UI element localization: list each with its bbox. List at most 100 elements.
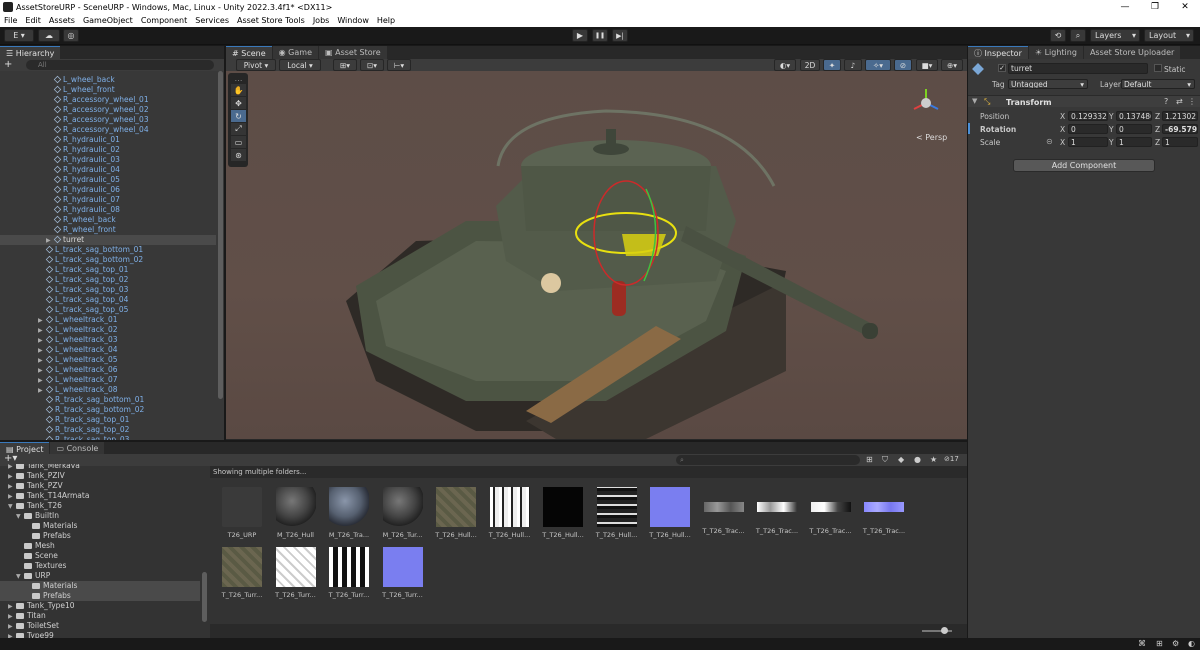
project-folder-item[interactable]: Materials [0,581,200,591]
rotation-z-field[interactable]: -69.579 [1162,124,1198,134]
asset-item[interactable]: M_T26_Tur... [379,487,427,539]
asset-item[interactable]: T_T26_Trac... [700,487,748,535]
layers-dropdown[interactable]: Layers ▾ [1090,29,1140,42]
project-folder-item[interactable]: ▶ Titan [0,611,200,621]
hierarchy-item[interactable]: ▶ L_wheeltrack_03 [0,335,216,345]
hierarchy-item[interactable]: R_track_sag_top_03 [0,435,216,440]
asset-item[interactable]: T_T26_Hull... [486,487,534,539]
camera-settings-icon[interactable]: ■▾ [916,59,938,71]
pivot-dropdown[interactable]: Pivot ▾ [236,59,276,71]
ruler-icon[interactable]: ⊢▾ [387,59,411,71]
audio-toggle-icon[interactable]: ♪ [844,59,862,71]
rotation-y-field[interactable]: 0 [1116,124,1152,134]
hierarchy-item[interactable]: R_accessory_wheel_04 [0,125,216,135]
project-folder-item[interactable]: Scene [0,551,200,561]
maximize-button[interactable]: ❐ [1140,2,1170,12]
tab-asset-store-uploader[interactable]: Asset Store Uploader [1083,46,1181,59]
menu-window[interactable]: Window [333,16,373,25]
snap-increment-icon[interactable]: ⊡▾ [360,59,384,71]
project-folder-item[interactable]: ▼ URP [0,571,200,581]
hierarchy-item[interactable]: ▶ L_wheeltrack_07 [0,375,216,385]
hierarchy-item[interactable]: L_track_sag_top_03 [0,285,216,295]
asset-item[interactable]: T_T26_Trac... [860,487,908,535]
tag-dropdown[interactable]: Untagged ▾ [1008,79,1088,89]
menu-edit[interactable]: Edit [21,16,45,25]
component-menu-icon[interactable]: ⋮ [1188,97,1196,106]
asset-item[interactable]: T_T26_Hull... [593,487,641,539]
hierarchy-item[interactable]: R_hydraulic_05 [0,175,216,185]
search-by-type-icon[interactable]: ⊞ [866,455,873,464]
hierarchy-item[interactable]: L_track_sag_top_02 [0,275,216,285]
asset-item[interactable]: M_T26_Tra... [325,487,373,539]
cloud-icon[interactable]: ☁ [38,29,60,42]
position-y-field[interactable]: 0.137486 [1116,111,1152,121]
hierarchy-item[interactable]: R_accessory_wheel_03 [0,115,216,125]
tab-scene[interactable]: # Scene [226,46,272,59]
object-name-field[interactable]: turret [1008,63,1148,74]
search-icon[interactable]: ⌕ [1070,29,1086,42]
hierarchy-item[interactable]: R_hydraulic_01 [0,135,216,145]
thumbnail-size-handle[interactable] [941,627,948,634]
menu-file[interactable]: File [0,16,21,25]
asset-item[interactable]: T26_URP [218,487,266,539]
hierarchy-item[interactable]: ▶ L_wheeltrack_01 [0,315,216,325]
palette-grip-icon[interactable]: … [231,74,246,83]
network-icon[interactable]: ⌘ [1138,639,1146,648]
hierarchy-item[interactable]: L_wheel_front [0,85,216,95]
hierarchy-item[interactable]: R_accessory_wheel_02 [0,105,216,115]
close-button[interactable]: ✕ [1170,2,1200,12]
menu-component[interactable]: Component [137,16,191,25]
asset-item[interactable]: T_T26_Hull... [646,487,694,539]
transform-tool-icon[interactable]: ⊛ [231,149,246,161]
scale-y-field[interactable]: 1 [1116,137,1152,147]
debug-icon[interactable]: ⚙ [1172,639,1179,648]
scale-x-field[interactable]: 1 [1068,137,1108,147]
asset-item[interactable]: T_T26_Hull... [432,487,480,539]
hierarchy-item[interactable]: ▶ L_wheeltrack_02 [0,325,216,335]
persp-label[interactable]: < Persp [916,133,947,142]
local-dropdown[interactable]: Local ▾ [279,59,321,71]
package-icon[interactable]: ⊞ [1156,639,1163,648]
project-folder-item[interactable]: Materials [0,521,200,531]
hand-tool-icon[interactable]: ✋ [231,84,246,96]
menu-gameobject[interactable]: GameObject [79,16,137,25]
info-icon[interactable]: ● [914,455,921,464]
project-folder-item[interactable]: Prefabs [0,591,200,601]
project-folder-item[interactable]: ▼ BuiltIn [0,511,200,521]
menu-help[interactable]: Help [373,16,399,25]
layout-dropdown[interactable]: Layout ▾ [1144,29,1194,42]
menu-assets[interactable]: Assets [45,16,79,25]
play-button[interactable]: ▶ [572,29,588,42]
hierarchy-item[interactable]: ▶ turret [0,235,216,245]
preset-icon[interactable]: ⇄ [1176,97,1183,106]
tab-lighting[interactable]: ☀ Lighting [1028,46,1083,59]
hierarchy-item[interactable]: L_track_sag_top_05 [0,305,216,315]
hierarchy-item[interactable]: R_hydraulic_04 [0,165,216,175]
asset-item[interactable]: T_T26_Turr... [379,547,427,599]
static-checkbox[interactable] [1154,64,1162,72]
project-search-input[interactable]: ⌕ [676,455,860,465]
project-folder-item[interactable]: ▶ Tank_Merkava [0,464,200,471]
history-icon[interactable]: ⟲ [1050,29,1066,42]
rotate-tool-icon[interactable]: ↻ [231,110,246,122]
tab-asset-store[interactable]: ▣ Asset Store [319,46,387,59]
favorite-star-icon[interactable]: ★ [930,455,937,464]
hierarchy-item[interactable]: L_track_sag_top_04 [0,295,216,305]
layer-dropdown[interactable]: Default ▾ [1121,79,1195,89]
hierarchy-item[interactable]: ▶ L_wheeltrack_04 [0,345,216,355]
collab-icon[interactable]: ◎ [63,29,79,42]
hierarchy-item[interactable]: R_hydraulic_07 [0,195,216,205]
minimize-button[interactable]: — [1110,2,1140,12]
scene-viewport[interactable]: … ✋ ✥ ↻ ⤢ ▭ ⊛ < Persp [226,71,967,439]
project-folder-item[interactable]: Prefabs [0,531,200,541]
menu-jobs[interactable]: Jobs [309,16,334,25]
project-folder-item[interactable]: Mesh [0,541,200,551]
position-z-field[interactable]: 1.21302 [1162,111,1198,121]
position-x-field[interactable]: 0.129332 [1068,111,1108,121]
hierarchy-scrollbar[interactable] [218,71,223,399]
tab-inspector[interactable]: ⓘ Inspector [968,46,1028,59]
account-button[interactable]: E ▾ [4,29,34,42]
rect-tool-icon[interactable]: ▭ [231,136,246,148]
hierarchy-item[interactable]: R_track_sag_bottom_01 [0,395,216,405]
shading-mode-icon[interactable]: ◐▾ [774,59,796,71]
